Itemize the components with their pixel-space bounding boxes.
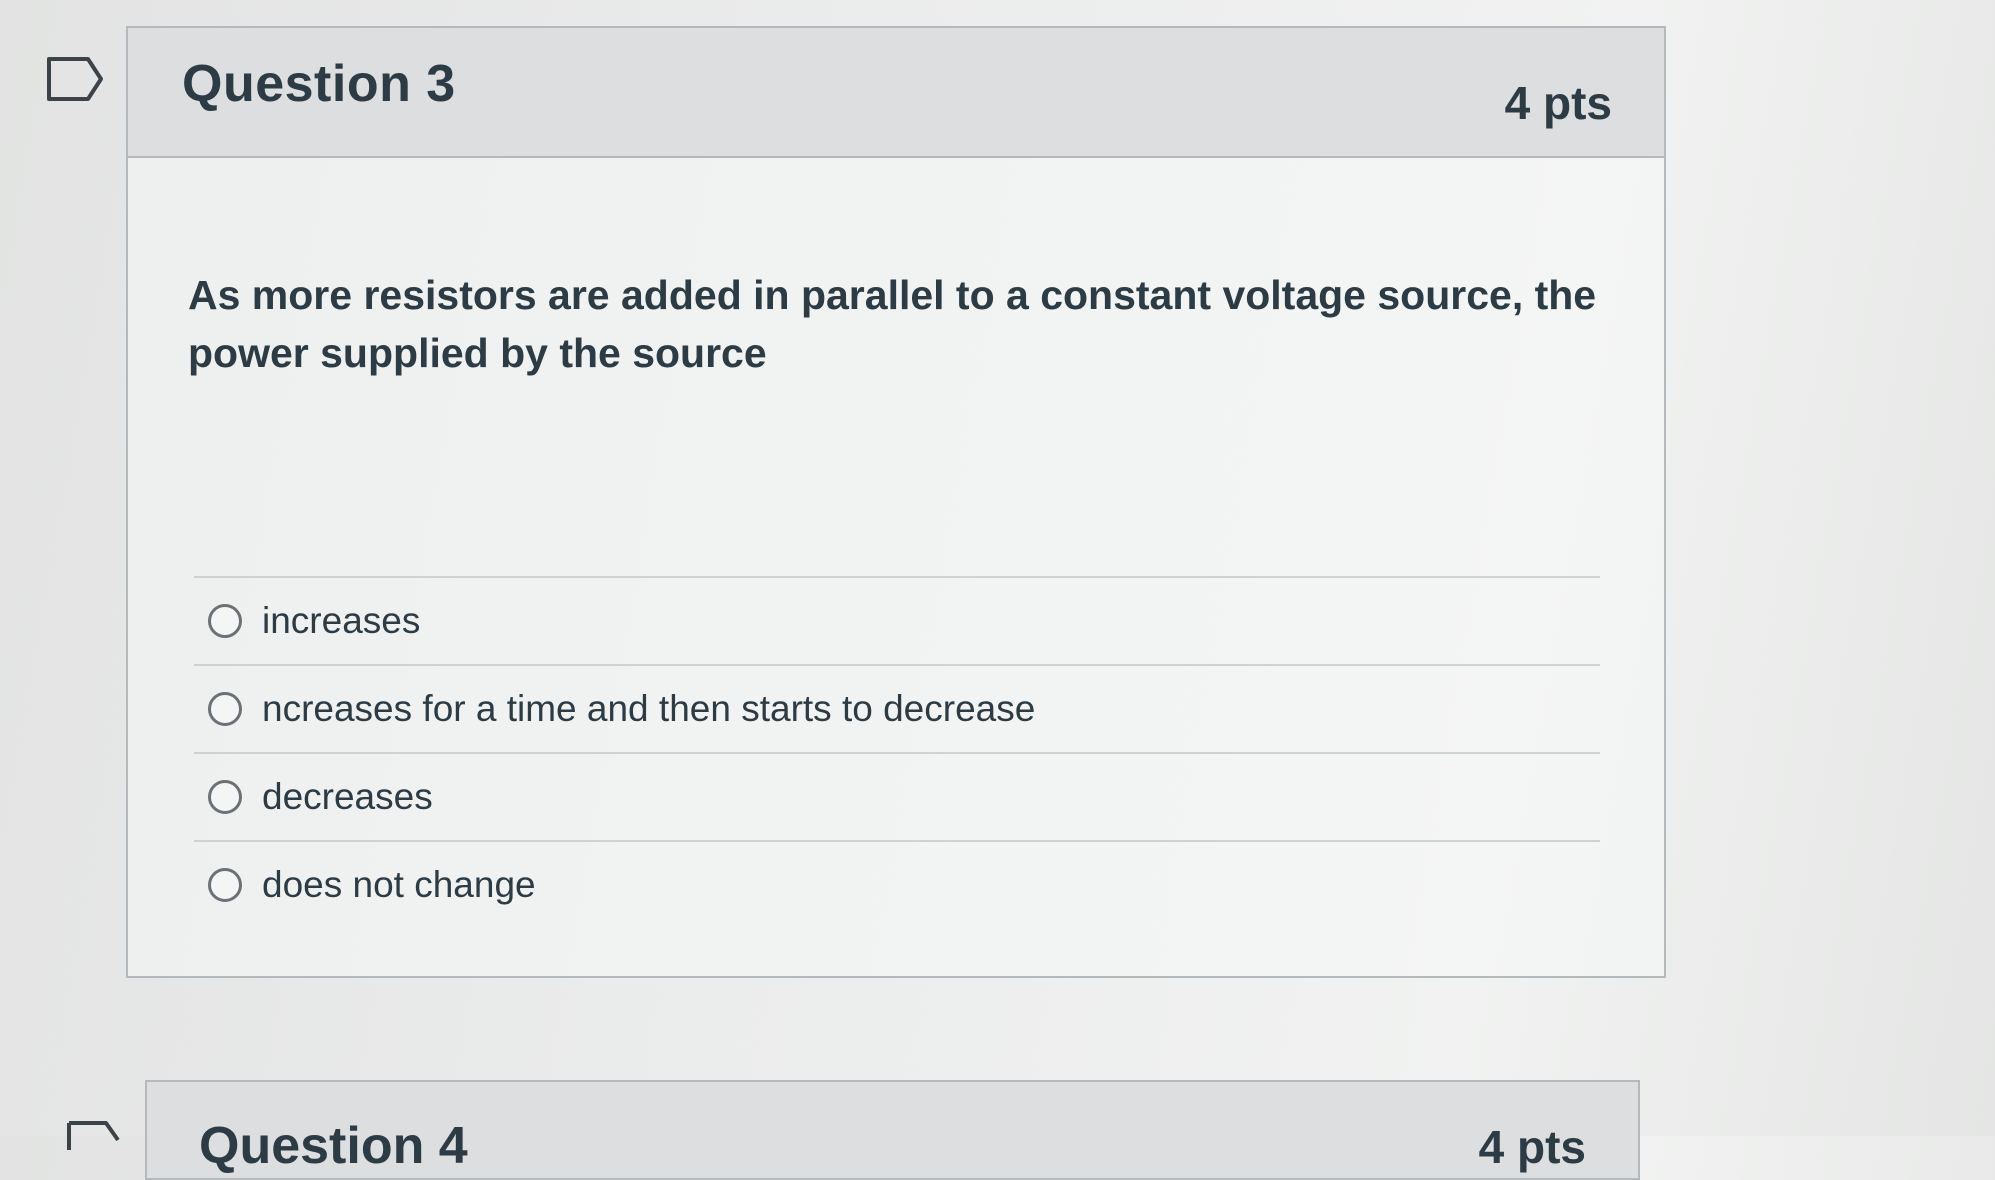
question-text: As more resistors are added in parallel … [188,272,1597,376]
answer-label: ncreases for a time and then starts to d… [262,688,1036,729]
question-header: Question 3 4 pts [128,28,1664,158]
next-question-card: Question 4 4 pts [145,1080,1640,1180]
answer-option[interactable]: increases [194,578,1600,666]
answer-option[interactable]: decreases [194,754,1600,842]
radio-button[interactable] [208,604,242,638]
answer-label: increases [262,600,421,641]
answer-list: increases ncreases for a time and then s… [194,576,1600,928]
answer-label: does not change [262,864,536,905]
radio-button[interactable] [208,868,242,902]
answer-option[interactable]: does not change [194,842,1600,928]
radio-button[interactable] [208,780,242,814]
question-card: Question 3 4 pts As more resistors are a… [126,26,1666,978]
flag-question-icon[interactable] [46,56,104,102]
question-points: 4 pts [1504,77,1612,129]
radio-button[interactable] [208,692,242,726]
flag-question-icon[interactable] [66,1120,120,1150]
next-question-title: Question 4 [199,1117,468,1175]
question-title: Question 3 [182,55,456,113]
next-question-points: 4 pts [1478,1121,1586,1173]
answer-option[interactable]: ncreases for a time and then starts to d… [194,666,1600,754]
answer-label: decreases [262,776,433,817]
